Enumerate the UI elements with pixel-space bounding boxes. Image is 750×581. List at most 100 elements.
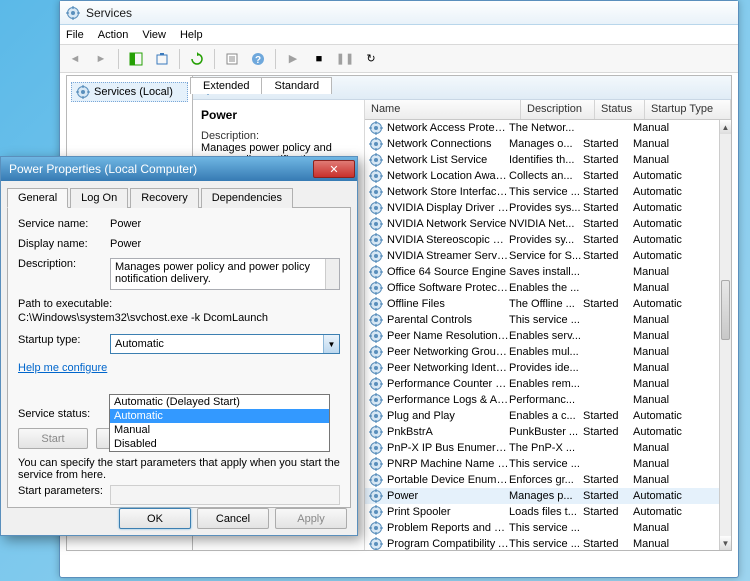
gear-icon (369, 249, 383, 263)
scroll-down-icon[interactable]: ▼ (720, 536, 731, 550)
vertical-scrollbar[interactable]: ▲ ▼ (719, 120, 731, 550)
table-row[interactable]: Network Location AwarenessCollects an...… (365, 168, 719, 184)
tab-general[interactable]: General (7, 188, 68, 208)
table-row[interactable]: Office Software Protection PlatformEnabl… (365, 280, 719, 296)
tab-dependencies[interactable]: Dependencies (201, 188, 293, 208)
table-row[interactable]: Peer Networking Identity ManagerProvides… (365, 360, 719, 376)
cancel-button[interactable]: Cancel (197, 508, 269, 529)
table-row[interactable]: NVIDIA Streamer ServiceService for S...S… (365, 248, 719, 264)
gear-icon (369, 457, 383, 471)
gear-icon (369, 313, 383, 327)
properties-button[interactable] (221, 48, 243, 70)
table-row[interactable]: Parental ControlsThis service ...Manual (365, 312, 719, 328)
tab-logon[interactable]: Log On (70, 188, 128, 208)
col-status[interactable]: Status (595, 100, 645, 119)
dialog-title: Power Properties (Local Computer) (9, 162, 197, 176)
table-row[interactable]: PnkBstrAPunkBuster ...StartedAutomatic (365, 424, 719, 440)
menu-view[interactable]: View (142, 29, 166, 41)
refresh-button[interactable] (186, 48, 208, 70)
table-row[interactable]: Peer Networking GroupingEnables mul...Ma… (365, 344, 719, 360)
table-row[interactable]: Print SpoolerLoads files t...StartedAuto… (365, 504, 719, 520)
gear-icon (369, 329, 383, 343)
show-hide-tree-button[interactable] (125, 48, 147, 70)
description-textarea[interactable]: Manages power policy and power policy no… (110, 258, 340, 290)
table-row[interactable]: Network Store Interface ServiceThis serv… (365, 184, 719, 200)
stop-service-button[interactable]: ■ (308, 48, 330, 70)
col-name[interactable]: Name (365, 100, 521, 119)
services-icon (66, 6, 80, 20)
service-desc: PunkBuster ... (509, 426, 583, 438)
back-button: ◄ (64, 48, 86, 70)
dropdown-option[interactable]: Manual (110, 423, 329, 437)
service-desc: The PnP-X ... (509, 442, 583, 454)
service-type: Manual (633, 122, 719, 134)
table-row[interactable]: PNRP Machine Name Publication Servi...Th… (365, 456, 719, 472)
path-value: C:\Windows\system32\svchost.exe -k DcomL… (18, 312, 340, 324)
table-row[interactable]: Performance Logs & AlertsPerformanc...Ma… (365, 392, 719, 408)
service-desc: This service ... (509, 186, 583, 198)
gear-icon (369, 425, 383, 439)
scroll-thumb[interactable] (721, 280, 730, 340)
service-name: Network List Service (387, 154, 509, 166)
service-name: Peer Name Resolution Protocol (387, 330, 509, 342)
description-label: Description: (201, 130, 356, 142)
textarea-scrollbar[interactable] (325, 259, 339, 289)
tab-standard[interactable]: Standard (261, 77, 332, 94)
table-row[interactable]: Network List ServiceIdentifies th...Star… (365, 152, 719, 168)
ok-button[interactable]: OK (119, 508, 191, 529)
table-row[interactable]: NVIDIA Stereoscopic 3D Driver ServicePro… (365, 232, 719, 248)
table-row[interactable]: PnP-X IP Bus EnumeratorThe PnP-X ...Manu… (365, 440, 719, 456)
help-link[interactable]: Help me configure (18, 362, 107, 374)
dropdown-option[interactable]: Disabled (110, 437, 329, 451)
start-params-label: Start parameters: (18, 485, 110, 497)
table-row[interactable]: Office 64 Source EngineSaves install...M… (365, 264, 719, 280)
table-row[interactable]: NVIDIA Display Driver ServiceProvides sy… (365, 200, 719, 216)
table-row[interactable]: Plug and PlayEnables a c...StartedAutoma… (365, 408, 719, 424)
export-button[interactable] (151, 48, 173, 70)
table-row[interactable]: Program Compatibility Assistant ServiceT… (365, 536, 719, 550)
gear-icon (76, 85, 90, 99)
close-button[interactable]: ✕ (313, 160, 355, 178)
service-type: Automatic (633, 298, 719, 310)
gear-icon (369, 489, 383, 503)
service-type: Manual (633, 362, 719, 374)
table-row[interactable]: Performance Counter DLL HostEnables rem.… (365, 376, 719, 392)
tab-recovery[interactable]: Recovery (130, 188, 198, 208)
table-row[interactable]: Problem Reports and Solutions Control...… (365, 520, 719, 536)
menu-help[interactable]: Help (180, 29, 203, 41)
tree-services-local[interactable]: Services (Local) (71, 82, 188, 102)
table-row[interactable]: Peer Name Resolution ProtocolEnables ser… (365, 328, 719, 344)
menu-action[interactable]: Action (98, 29, 129, 41)
service-status: Started (583, 154, 633, 166)
dropdown-option[interactable]: Automatic (Delayed Start) (110, 395, 329, 409)
gear-icon (369, 169, 383, 183)
service-status: Started (583, 202, 633, 214)
dropdown-option-selected[interactable]: Automatic (110, 409, 329, 423)
table-row[interactable]: PowerManages p...StartedAutomatic (365, 488, 719, 504)
gear-icon (369, 473, 383, 487)
menu-file[interactable]: File (66, 29, 84, 41)
titlebar[interactable]: Services (60, 1, 738, 25)
path-label: Path to executable: (18, 298, 340, 310)
scroll-up-icon[interactable]: ▲ (720, 120, 731, 134)
table-row[interactable]: Network Access Protection AgentThe Netwo… (365, 120, 719, 136)
gear-icon (369, 153, 383, 167)
service-status: Started (583, 218, 633, 230)
service-type: Manual (633, 314, 719, 326)
table-row[interactable]: Offline FilesThe Offline ...StartedAutom… (365, 296, 719, 312)
table-row[interactable]: NVIDIA Network ServiceNVIDIA Net...Start… (365, 216, 719, 232)
startup-type-dropdown: Automatic (Delayed Start) Automatic Manu… (109, 394, 330, 452)
tab-extended[interactable]: Extended (190, 77, 262, 94)
table-row[interactable]: Network ConnectionsManages o...StartedMa… (365, 136, 719, 152)
start-service-button: ▶ (282, 48, 304, 70)
dialog-titlebar[interactable]: Power Properties (Local Computer) ✕ (1, 157, 357, 181)
col-startup-type[interactable]: Startup Type (645, 100, 731, 119)
table-row[interactable]: Portable Device Enumerator ServiceEnforc… (365, 472, 719, 488)
service-type: Automatic (633, 410, 719, 422)
restart-service-button[interactable]: ↻ (360, 48, 382, 70)
startup-type-select[interactable]: Automatic ▼ (110, 334, 340, 354)
help-button[interactable]: ? (247, 48, 269, 70)
service-name: Network Access Protection Agent (387, 122, 509, 134)
col-description[interactable]: Description (521, 100, 595, 119)
service-type: Automatic (633, 250, 719, 262)
